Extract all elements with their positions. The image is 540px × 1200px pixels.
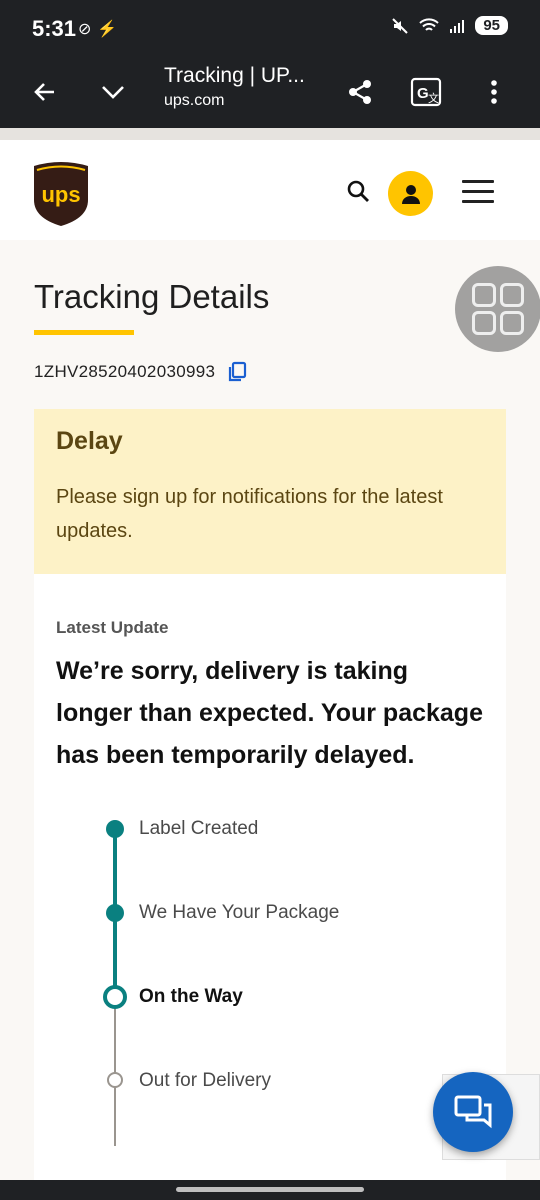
web-page: ups Tracking Details 1ZHV28520402030993 … — [0, 128, 540, 1180]
chat-button[interactable] — [433, 1072, 513, 1152]
site-header: ups — [0, 140, 540, 240]
floating-apps-bubble[interactable] — [455, 266, 540, 352]
back-arrow-icon — [34, 83, 54, 101]
svg-text:ups: ups — [41, 182, 80, 207]
share-icon — [349, 80, 371, 104]
home-gesture-bar[interactable] — [176, 1187, 364, 1192]
latest-update-message: We’re sorry, delivery is taking longer t… — [56, 657, 483, 769]
page-title: Tracking | UP... — [164, 64, 305, 87]
tracking-number-row: 1ZHV28520402030993 — [34, 361, 506, 383]
copy-icon[interactable] — [227, 361, 247, 383]
ups-logo[interactable]: ups — [32, 160, 90, 233]
step-dot-pending — [107, 1072, 123, 1088]
ups-shield-icon: ups — [34, 162, 88, 226]
hamburger-menu-button[interactable] — [462, 180, 494, 206]
wifi-icon — [419, 17, 440, 31]
signal-icon — [450, 19, 465, 33]
chat-icon — [454, 1095, 492, 1129]
step-dot-current — [103, 985, 127, 1009]
user-icon — [401, 184, 420, 204]
progress-timeline: Label Created We Have Your Package On th… — [56, 816, 484, 1146]
back-button[interactable] — [23, 70, 67, 114]
timeline-step-label: We Have Your Package — [139, 902, 340, 923]
expand-button[interactable] — [91, 70, 135, 114]
clock: 5:31 — [32, 16, 77, 41]
battery-indicator: 95 — [475, 16, 508, 35]
sync-icon: ⊘ — [78, 21, 92, 38]
system-nav-bar — [0, 1180, 540, 1200]
page-title-area[interactable]: Tracking | UP... ups.com — [164, 64, 324, 110]
heading-underline — [34, 330, 134, 335]
page-heading: Tracking Details — [34, 278, 270, 315]
main-content: Tracking Details 1ZHV28520402030993 Dela… — [0, 278, 540, 1180]
step-dot-completed — [106, 820, 124, 838]
search-icon — [347, 180, 369, 202]
more-options-button[interactable] — [472, 70, 516, 114]
chevron-down-icon — [102, 86, 124, 99]
bolt-icon: ⚡ — [97, 21, 118, 38]
search-button[interactable] — [345, 178, 373, 206]
account-button[interactable] — [388, 171, 433, 216]
step-dot-completed — [106, 904, 124, 922]
page-url: ups.com — [164, 92, 225, 109]
top-strip — [0, 128, 540, 140]
svg-text:G: G — [417, 85, 429, 102]
delay-alert: Delay Please sign up for notifications f… — [34, 409, 506, 574]
translate-button[interactable]: G文 — [404, 70, 448, 114]
mute-icon — [392, 17, 409, 34]
kebab-menu-icon — [491, 80, 497, 104]
browser-toolbar: Tracking | UP... ups.com G文 — [0, 56, 540, 128]
timeline-line-pending — [114, 996, 116, 1146]
status-bar: 5:31 ⊘ ⚡ 95 — [0, 0, 540, 56]
share-button[interactable] — [338, 70, 382, 114]
timeline-step-label-current: On the Way — [139, 986, 243, 1007]
alert-message: Please sign up for notifications for the… — [56, 486, 443, 542]
timeline-step-label: Out for Delivery — [139, 1070, 271, 1091]
translate-icon: G文 — [410, 77, 442, 107]
svg-text:文: 文 — [428, 91, 439, 105]
tracking-number: 1ZHV28520402030993 — [34, 362, 216, 381]
timeline-step-label: Label Created — [139, 818, 259, 839]
latest-update-label: Latest Update — [56, 618, 169, 637]
status-card: Latest Update We’re sorry, delivery is t… — [34, 574, 506, 1180]
alert-title: Delay — [56, 427, 123, 455]
